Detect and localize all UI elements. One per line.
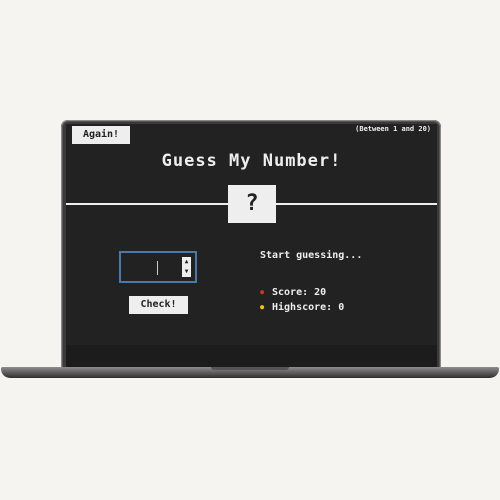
- text-caret: [157, 261, 158, 275]
- secret-number: ?: [228, 185, 276, 223]
- laptop-notch: [211, 367, 289, 370]
- score-line: ● Score: 20: [260, 287, 326, 298]
- page-title: Guess My Number!: [161, 151, 342, 171]
- highscore-line: ● Highscore: 0: [260, 302, 344, 313]
- highscore-value: 0: [338, 302, 345, 313]
- range-note: (Between 1 and 20): [355, 125, 431, 133]
- again-button[interactable]: Again!: [72, 126, 130, 144]
- score-label: Score:: [272, 287, 309, 298]
- laptop-screen: Again! (Between 1 and 20) Guess My Numbe…: [66, 124, 437, 345]
- check-button[interactable]: Check!: [129, 296, 188, 314]
- guess-input[interactable]: ▲ ▼: [119, 251, 197, 283]
- medal-icon: ●: [260, 303, 265, 311]
- status-message: Start guessing...: [260, 250, 363, 261]
- hundred-points-icon: ●: [260, 288, 265, 296]
- highscore-label: Highscore:: [272, 302, 333, 313]
- laptop-bezel: [66, 345, 437, 367]
- page: Again! (Between 1 and 20) Guess My Numbe…: [0, 0, 500, 500]
- number-spinner[interactable]: ▲ ▼: [182, 257, 191, 277]
- score-value: 20: [314, 287, 327, 298]
